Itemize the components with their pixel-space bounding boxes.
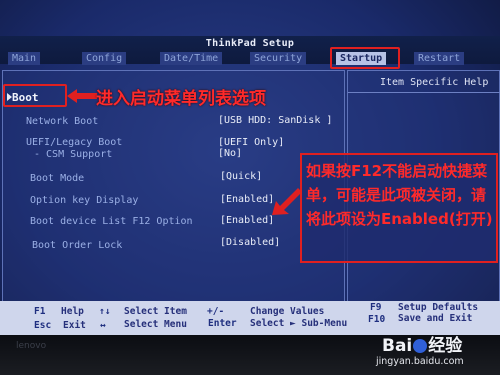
bios-screen: ThinkPad Setup Main Config Date/Time Sec…: [0, 0, 500, 375]
annotation-arrow-left-icon: [67, 89, 97, 103]
f12-callout-text: 如果按F12不能启动快捷菜单，可能是此项被关闭，请将此项设为Enabled(打开…: [306, 162, 493, 228]
startup-tab-highlight-box: [330, 47, 400, 69]
watermark-url: jingyan.baidu.com: [376, 356, 464, 367]
annotation-arrow-diagonal-icon: [272, 188, 302, 215]
tab-security[interactable]: Security: [250, 52, 307, 65]
key-plus-minus: +/-: [207, 306, 225, 317]
menu-label-boot-mode[interactable]: Boot Mode: [30, 173, 84, 184]
boot-annotation: 进入启动菜单列表选项: [96, 89, 266, 109]
menu-label-csm-support[interactable]: - CSM Support: [34, 149, 112, 160]
menu-label-uefi-legacy-boot[interactable]: UEFI/Legacy Boot: [26, 137, 122, 148]
help-panel-title: Item Specific Help: [380, 77, 489, 88]
key-enter: Enter: [208, 318, 237, 329]
key-updown-icon: ↑↓: [99, 306, 111, 317]
baidu-jingyan-logo: Bai 经验: [382, 331, 462, 356]
tab-date-time[interactable]: Date/Time: [160, 52, 223, 65]
menu-label-option-key-display[interactable]: Option key Display: [30, 195, 138, 206]
menu-label-network-boot[interactable]: Network Boot: [26, 116, 98, 127]
menu-value-uefi-legacy-boot[interactable]: [UEFI Only]: [218, 137, 284, 148]
key-esc: Esc: [34, 320, 52, 331]
menu-label-boot-order-lock[interactable]: Boot Order Lock: [32, 240, 122, 251]
jingyan-logo-text: 经验: [428, 336, 463, 356]
lenovo-logo: lenovo: [16, 341, 47, 351]
menu-value-option-key-display[interactable]: [Enabled]: [220, 194, 274, 205]
menu-value-boot-device-list-f12[interactable]: [Enabled]: [220, 215, 274, 226]
key-f10-label: Save and Exit: [398, 313, 473, 324]
tab-main[interactable]: Main: [8, 52, 41, 65]
key-f9-label: Setup Defaults: [398, 302, 479, 313]
menu-value-boot-mode[interactable]: [Quick]: [220, 171, 262, 182]
boot-highlight-box: [3, 84, 67, 107]
key-enter-label: Select ► Sub-Menu: [250, 318, 348, 329]
key-f1-label: Help: [61, 306, 84, 317]
key-f9: F9: [370, 302, 382, 313]
menu-label-boot-device-list-f12[interactable]: Boot device List F12 Option: [30, 216, 193, 227]
menu-value-csm-support[interactable]: [No]: [218, 148, 242, 159]
bios-title: ThinkPad Setup: [205, 38, 295, 49]
help-divider: [348, 92, 500, 93]
key-f1: F1: [34, 306, 46, 317]
key-updown-label: Select Item: [124, 306, 187, 317]
tab-config[interactable]: Config: [82, 52, 127, 65]
menu-value-boot-order-lock[interactable]: [Disabled]: [220, 237, 280, 248]
key-leftright-label: Select Menu: [124, 319, 187, 330]
tab-restart[interactable]: Restart: [414, 52, 465, 65]
key-leftright-icon: ↔: [100, 320, 106, 331]
key-plus-minus-label: Change Values: [250, 306, 325, 317]
baidu-paw-icon: [413, 339, 428, 353]
key-f10: F10: [368, 314, 386, 325]
baidu-logo-text: Bai: [382, 336, 413, 356]
key-esc-label: Exit: [63, 320, 86, 331]
menu-value-network-boot[interactable]: [USB HDD: SanDisk ]: [218, 115, 332, 126]
